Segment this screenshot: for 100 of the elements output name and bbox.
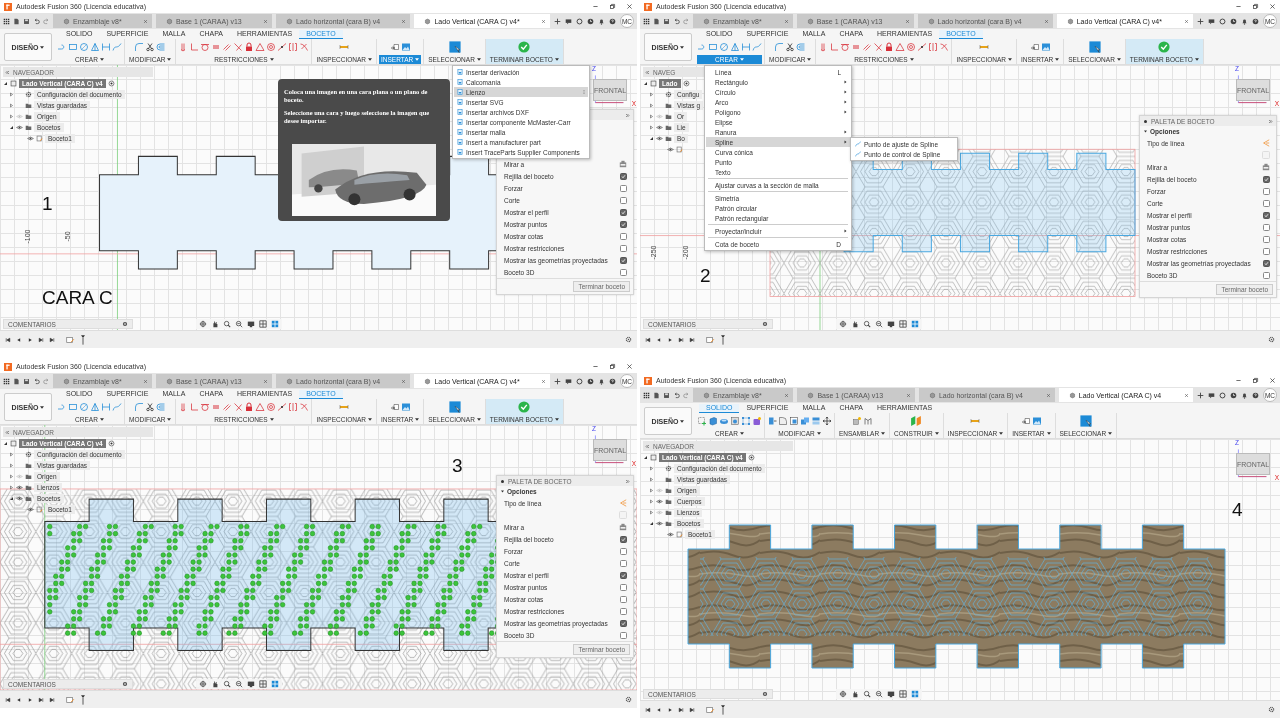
restore-icon[interactable]: [1252, 377, 1259, 384]
scissors-icon[interactable]: [785, 42, 796, 52]
warning-triangle-icon[interactable]: [255, 402, 266, 412]
sketch-feature-icon[interactable]: [706, 705, 716, 714]
sync-icon[interactable]: [1219, 17, 1226, 25]
first-icon[interactable]: [645, 706, 651, 713]
circle-icon[interactable]: [719, 42, 729, 52]
close-icon[interactable]: [783, 18, 789, 24]
help-icon[interactable]: [609, 377, 616, 385]
eye-icon[interactable]: [16, 124, 23, 130]
eye-icon[interactable]: [16, 484, 23, 490]
redo-icon[interactable]: [43, 377, 50, 385]
tangent-icon[interactable]: [200, 402, 211, 412]
play-icon[interactable]: [27, 336, 33, 343]
parallel-icon[interactable]: [222, 42, 233, 52]
triangle-icon[interactable]: [90, 42, 100, 52]
h-shape-icon[interactable]: [101, 42, 111, 52]
previous-icon[interactable]: [16, 336, 22, 343]
scissors-icon[interactable]: [145, 402, 156, 412]
zoom-fit-icon[interactable]: [875, 690, 883, 698]
checkbox[interactable]: [1263, 211, 1270, 219]
rectangle-icon[interactable]: [68, 402, 78, 412]
close-icon[interactable]: [401, 378, 407, 384]
hand-icon[interactable]: [211, 320, 219, 328]
play-icon[interactable]: [667, 706, 673, 713]
eye-icon[interactable]: [656, 498, 663, 504]
cross-lines-icon[interactable]: [873, 42, 884, 52]
close-icon[interactable]: [1269, 3, 1276, 10]
h-shape-icon[interactable]: [101, 402, 111, 412]
rectangle-icon[interactable]: [68, 42, 78, 52]
next-icon[interactable]: [678, 336, 684, 343]
perpendicular-icon[interactable]: [829, 42, 840, 52]
zoom-icon[interactable]: [863, 690, 871, 698]
timeline-marker-icon[interactable]: [81, 334, 85, 345]
expand-arrow-icon[interactable]: [649, 113, 654, 119]
checkbox[interactable]: [620, 607, 627, 615]
image-icon[interactable]: [400, 42, 411, 52]
symmetry-icon[interactable]: [928, 42, 939, 52]
checkbox[interactable]: [620, 208, 627, 216]
first-icon[interactable]: [5, 696, 11, 703]
settings-icon[interactable]: [625, 336, 632, 343]
bell-icon[interactable]: [1241, 391, 1248, 399]
tangent-icon[interactable]: [840, 42, 851, 52]
symmetry-icon[interactable]: [288, 42, 299, 52]
restore-icon[interactable]: [609, 363, 616, 370]
look-at-icon[interactable]: [619, 160, 627, 168]
rectangle-icon[interactable]: [708, 42, 718, 52]
chat-icon[interactable]: [1208, 391, 1215, 399]
warning-triangle-icon[interactable]: [895, 42, 906, 52]
zoom-fit-icon[interactable]: [875, 320, 883, 328]
checkbox[interactable]: [1263, 223, 1270, 231]
spline-icon[interactable]: [752, 42, 762, 52]
checkbox[interactable]: [620, 559, 627, 567]
redo-icon[interactable]: [43, 17, 50, 25]
expand-arrow-icon[interactable]: [9, 473, 14, 479]
offset-icon[interactable]: [156, 402, 167, 412]
help-icon[interactable]: [1252, 391, 1259, 399]
previous-icon[interactable]: [656, 336, 662, 343]
bell-icon[interactable]: [598, 377, 605, 385]
cross-lines-icon[interactable]: [233, 42, 244, 52]
collapse-arrow-icon[interactable]: [3, 440, 8, 446]
minimize-icon[interactable]: [592, 363, 599, 370]
file-icon[interactable]: [653, 391, 660, 399]
plane-icon[interactable]: [909, 414, 924, 428]
offset-icon[interactable]: [156, 42, 167, 52]
expand-panel-icon[interactable]: [625, 112, 630, 118]
checkbox[interactable]: [620, 232, 627, 240]
ruler-icon[interactable]: [979, 42, 990, 52]
midpoint-icon[interactable]: [277, 402, 288, 412]
press-pull-icon[interactable]: [767, 416, 777, 426]
select-icon[interactable]: [1078, 414, 1093, 428]
minimize-icon[interactable]: [592, 3, 599, 10]
sync-icon[interactable]: [1219, 391, 1226, 399]
radio-icon[interactable]: [682, 79, 690, 87]
close-icon[interactable]: [1045, 392, 1051, 398]
checkbox[interactable]: [620, 184, 627, 192]
midpoint-icon[interactable]: [917, 42, 928, 52]
help-icon[interactable]: [609, 17, 616, 25]
expand-arrow-icon[interactable]: [649, 124, 654, 130]
eye-icon[interactable]: [656, 520, 663, 526]
ruler-icon[interactable]: [339, 402, 350, 412]
component-icon[interactable]: [851, 416, 862, 426]
line-tool-icon[interactable]: [57, 402, 67, 412]
expand-arrow-icon[interactable]: [9, 484, 14, 490]
close-icon[interactable]: [1184, 18, 1189, 24]
checkbox[interactable]: [620, 256, 627, 264]
close-icon[interactable]: [1043, 18, 1049, 24]
chat-icon[interactable]: [565, 17, 572, 25]
viewports-icon[interactable]: [911, 320, 919, 328]
last-icon[interactable]: [689, 706, 695, 713]
checkbox[interactable]: [1263, 199, 1270, 207]
save-icon[interactable]: [663, 391, 670, 399]
viewports-icon[interactable]: [271, 680, 279, 688]
pin-icon[interactable]: [500, 478, 505, 484]
lock-icon[interactable]: [244, 42, 255, 52]
last-icon[interactable]: [689, 336, 695, 343]
bell-icon[interactable]: [598, 17, 605, 25]
collapse-arrow-icon[interactable]: [649, 520, 654, 526]
checkbox[interactable]: [620, 172, 627, 180]
expand-arrow-icon[interactable]: [649, 465, 654, 471]
